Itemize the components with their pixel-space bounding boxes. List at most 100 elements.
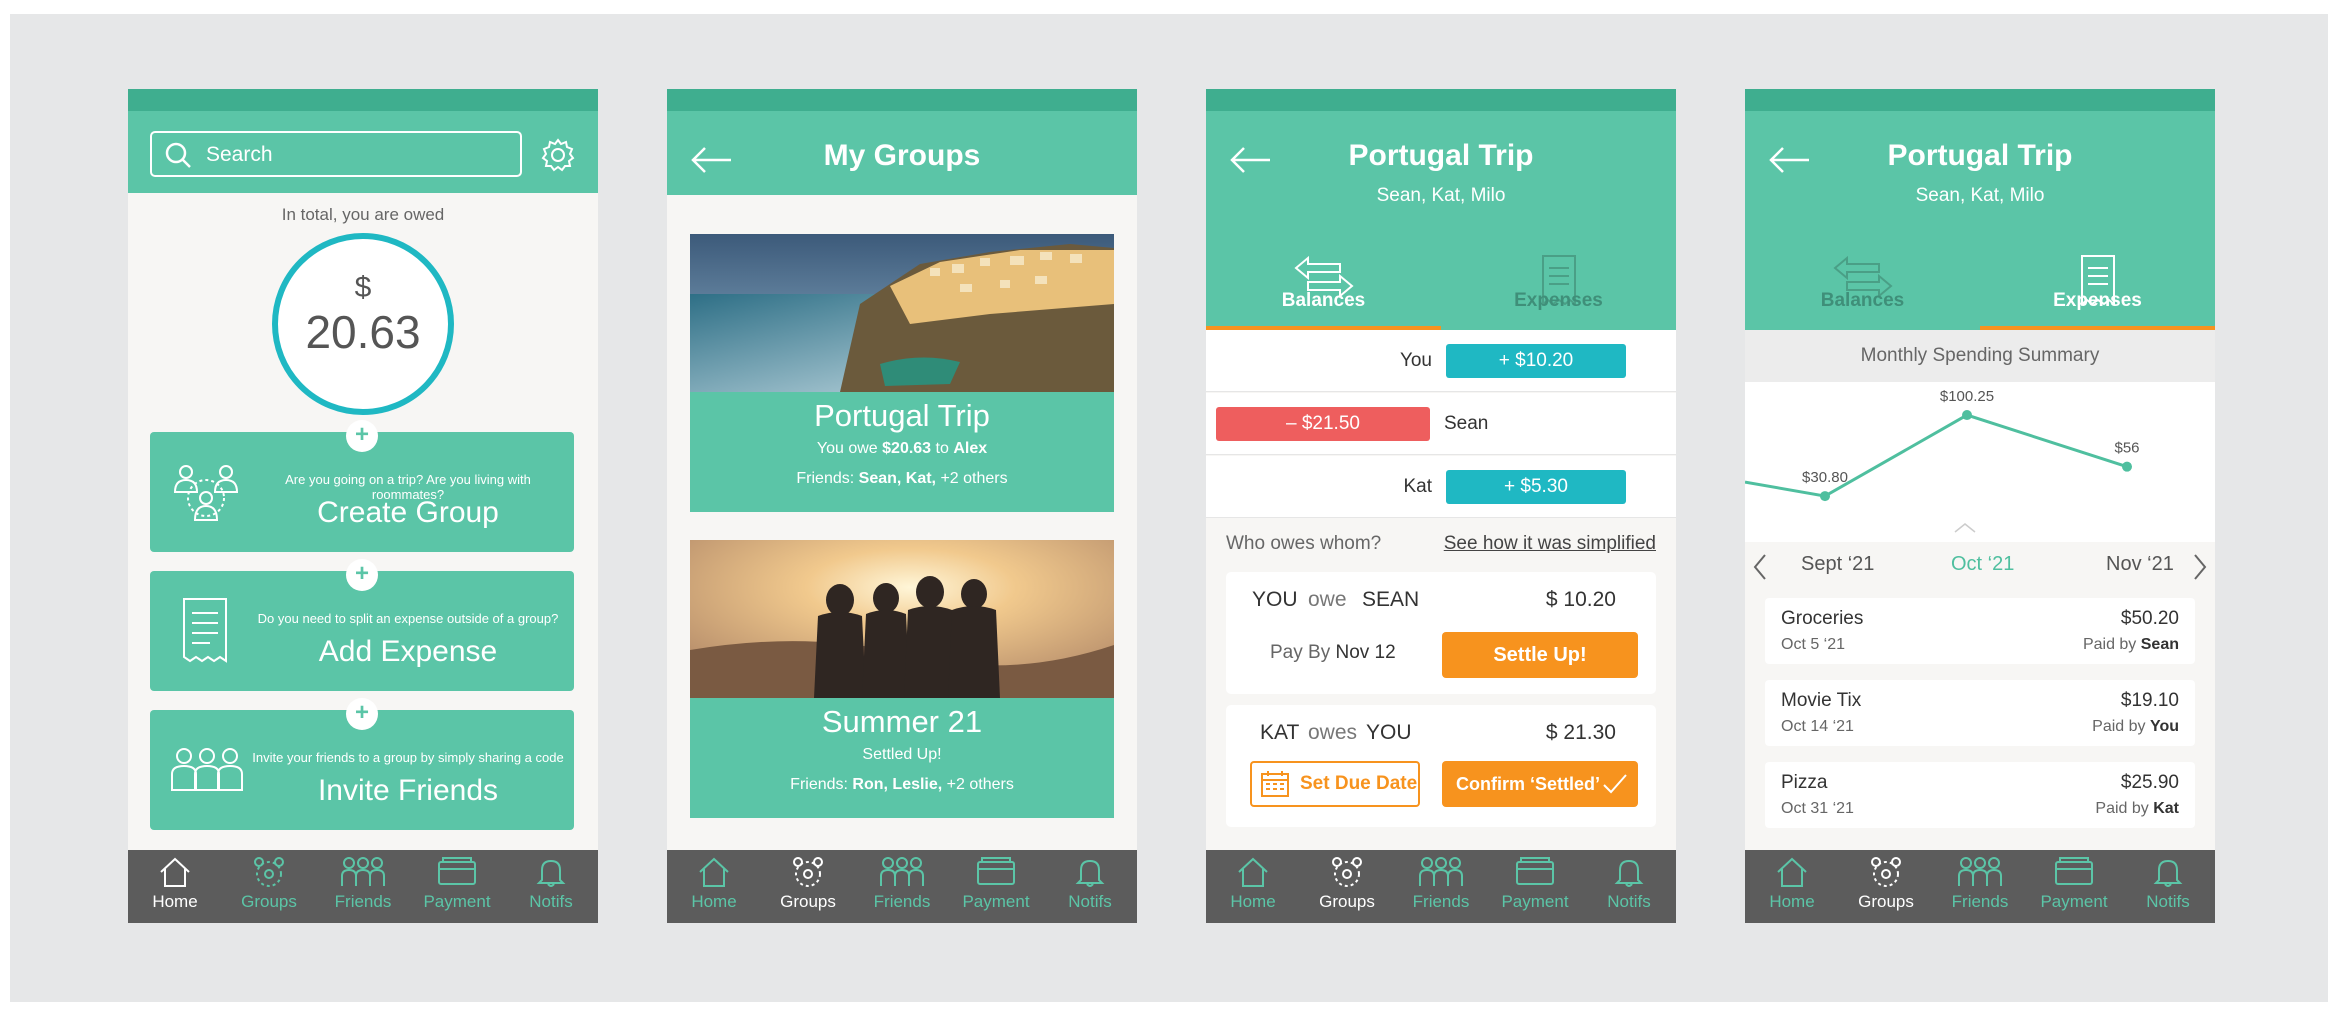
friends-icon (341, 857, 385, 886)
balance-row-kat: Kat + $5.30 (1206, 456, 1676, 518)
groups-screen: My Groups Portugal Trip You owe $20.63 t… (667, 89, 1137, 923)
tab-payment[interactable]: Payment (1488, 856, 1582, 920)
tab-label: Expenses (2053, 290, 2142, 311)
expense-row[interactable]: Movie Tix Oct 14 ‘21 $19.10 Paid by You (1765, 680, 2195, 746)
expense-payer: Paid by Kat (2095, 800, 2179, 817)
bell-icon (1075, 859, 1105, 887)
tab-label: Home (1230, 892, 1276, 911)
friends-icon (1958, 857, 2002, 886)
tab-bar: Home Groups Friends Payment Notifs (1206, 850, 1676, 923)
month-next[interactable]: Nov ‘21 (2106, 553, 2174, 576)
tab-label: Payment (2040, 892, 2108, 911)
search-icon (165, 142, 191, 168)
tab-bar: Home Groups Friends Payment Notifs (128, 850, 598, 923)
friends-icon (1419, 857, 1463, 886)
currency-symbol: $ (354, 271, 372, 304)
group-name: Portugal Trip (814, 398, 990, 433)
group-friends: Friends: Sean, Kat, +2 others (796, 470, 1008, 487)
settle-up-button[interactable]: Settle Up! (1442, 632, 1638, 678)
tab-friends[interactable]: Friends (1394, 856, 1488, 920)
tab-home[interactable]: Home (667, 856, 761, 920)
home-icon (699, 857, 729, 887)
home-screen: Search In total, you are owed $ 20.63 + … (128, 89, 598, 923)
tab-groups[interactable]: Groups (1300, 856, 1394, 920)
expense-amount: $50.20 (2120, 608, 2179, 629)
tab-friends[interactable]: Friends (1933, 856, 2027, 920)
tab-home[interactable]: Home (1745, 856, 1839, 920)
tab-payment[interactable]: Payment (410, 856, 504, 920)
spending-line-chart: $30.80 $100.25 $56 (1745, 382, 2215, 542)
tab-label: Notifs (529, 892, 573, 911)
card-title: Create Group (317, 496, 499, 529)
tab-label: Payment (962, 892, 1030, 911)
group-card-summer[interactable]: Summer 21 Settled Up! Friends: Ron, Lesl… (690, 540, 1114, 818)
tab-notifs[interactable]: Notifs (1043, 856, 1137, 920)
tab-notifs[interactable]: Notifs (504, 856, 598, 920)
check-icon (1603, 774, 1627, 794)
expense-name: Groceries (1781, 608, 1864, 629)
chevron-right-icon[interactable] (2191, 553, 2209, 581)
tab-payment[interactable]: Payment (949, 856, 1043, 920)
tab-balances[interactable]: Balances (1206, 248, 1441, 330)
tab-groups[interactable]: Groups (222, 856, 316, 920)
balance-row-sean: – $21.50 Sean (1206, 393, 1676, 455)
tab-expenses[interactable]: Expenses (1980, 248, 2215, 330)
tab-friends[interactable]: Friends (316, 856, 410, 920)
tab-friends[interactable]: Friends (855, 856, 949, 920)
tab-notifs[interactable]: Notifs (1582, 856, 1676, 920)
plus-icon[interactable]: + (346, 420, 378, 452)
balance-name: You (1399, 350, 1432, 371)
trip-expenses-screen: Portugal Trip Sean, Kat, Milo Balances E… (1745, 89, 2215, 923)
status-bar (1206, 89, 1676, 111)
debt-from: KAT (1260, 721, 1300, 744)
confirm-settled-button[interactable]: Confirm ‘Settled’ (1442, 761, 1638, 807)
tab-label: Notifs (2146, 892, 2190, 911)
friends-icon (171, 748, 243, 791)
debt-amount: $ 21.30 (1545, 721, 1616, 744)
balance-amount-negative: – $21.50 (1216, 407, 1430, 441)
tab-balances[interactable]: Balances (1745, 248, 1980, 330)
debt-amount: $ 10.20 (1545, 588, 1616, 611)
group-card-portugal[interactable]: Portugal Trip You owe $20.63 to Alex Fri… (690, 234, 1114, 512)
tab-label: Notifs (1607, 892, 1651, 911)
plus-icon[interactable]: + (346, 698, 378, 730)
data-label: $100.25 (1940, 388, 1994, 405)
tab-home[interactable]: Home (1206, 856, 1300, 920)
balance-name: Kat (1403, 476, 1432, 497)
owed-total-circle: $ 20.63 (272, 233, 454, 415)
add-expense-card[interactable]: + Do you need to split an expense outsid… (150, 559, 574, 691)
tab-groups[interactable]: Groups (1839, 856, 1933, 920)
expense-date: Oct 5 ‘21 (1781, 636, 1846, 653)
expense-row[interactable]: Groceries Oct 5 ‘21 $50.20 Paid by Sean (1765, 598, 2195, 664)
who-owes-label: Who owes whom? (1226, 533, 1382, 554)
status-bar (128, 89, 598, 111)
tab-label: Friends (1412, 892, 1470, 911)
simplified-link[interactable]: See how it was simplified (1444, 533, 1656, 555)
month-prev[interactable]: Sept ‘21 (1801, 553, 1874, 576)
tab-groups[interactable]: Groups (761, 856, 855, 920)
gear-icon[interactable] (540, 137, 576, 173)
tab-label: Groups (241, 892, 297, 911)
home-icon (160, 857, 190, 887)
chevron-left-icon[interactable] (1751, 553, 1769, 581)
page-title: My Groups (823, 139, 981, 172)
expense-name: Pizza (1781, 772, 1828, 793)
month-current[interactable]: Oct ‘21 (1951, 553, 2014, 576)
group-balance: You owe $20.63 to Alex (816, 440, 988, 457)
expense-row[interactable]: Pizza Oct 31 ‘21 $25.90 Paid by Kat (1765, 762, 2195, 828)
create-group-card[interactable]: + Are you going on a trip? Are you livin… (150, 420, 574, 552)
search-input[interactable]: Search (150, 131, 522, 177)
invite-friends-card[interactable]: + Invite your friends to a group by simp… (150, 698, 574, 830)
expense-date: Oct 31 ‘21 (1781, 800, 1854, 817)
plus-icon[interactable]: + (346, 559, 378, 591)
tab-payment[interactable]: Payment (2027, 856, 2121, 920)
tab-notifs[interactable]: Notifs (2121, 856, 2215, 920)
tab-expenses[interactable]: Expenses (1441, 248, 1676, 330)
debt-to: SEAN (1362, 588, 1420, 611)
status-bar (667, 89, 1137, 111)
button-label: Set Due Date (1300, 773, 1418, 794)
tab-home[interactable]: Home (128, 856, 222, 920)
tab-label: Payment (423, 892, 491, 911)
set-due-date-button[interactable]: Set Due Date (1250, 761, 1420, 807)
tab-label: Notifs (1068, 892, 1112, 911)
